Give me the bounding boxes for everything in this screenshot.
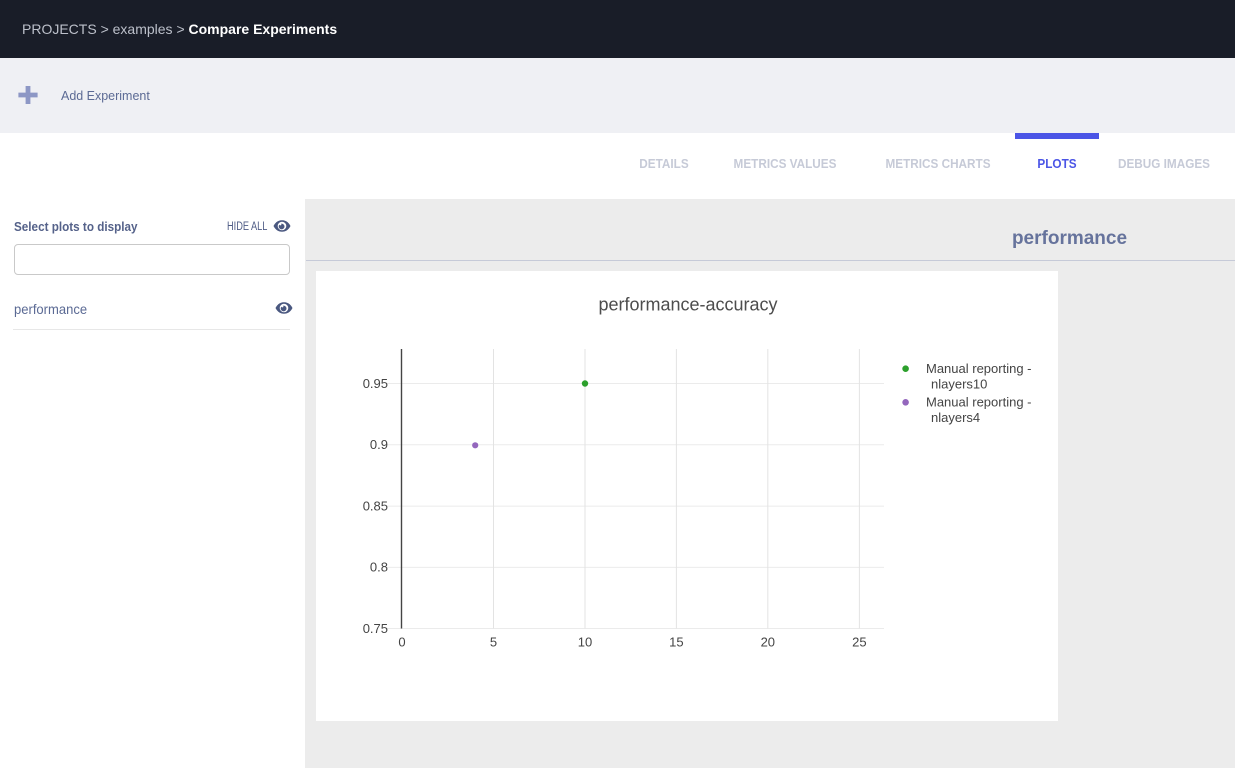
svg-text:0.75: 0.75 <box>363 621 388 636</box>
svg-text:nlayers4: nlayers4 <box>931 410 980 425</box>
svg-text:0.95: 0.95 <box>363 376 388 391</box>
svg-text:0.8: 0.8 <box>370 560 388 575</box>
svg-text:Manual reporting -: Manual reporting - <box>926 361 1032 376</box>
svg-text:Manual reporting -: Manual reporting - <box>926 395 1032 410</box>
svg-text:10: 10 <box>578 635 592 650</box>
svg-text:0.85: 0.85 <box>363 498 388 513</box>
svg-text:15: 15 <box>669 635 683 650</box>
svg-text:20: 20 <box>761 635 775 650</box>
svg-text:5: 5 <box>490 635 497 650</box>
svg-text:nlayers10: nlayers10 <box>931 377 987 392</box>
svg-text:0.9: 0.9 <box>370 437 388 452</box>
svg-text:25: 25 <box>852 635 866 650</box>
svg-text:0: 0 <box>398 635 405 650</box>
svg-text:performance-accuracy: performance-accuracy <box>598 295 777 315</box>
